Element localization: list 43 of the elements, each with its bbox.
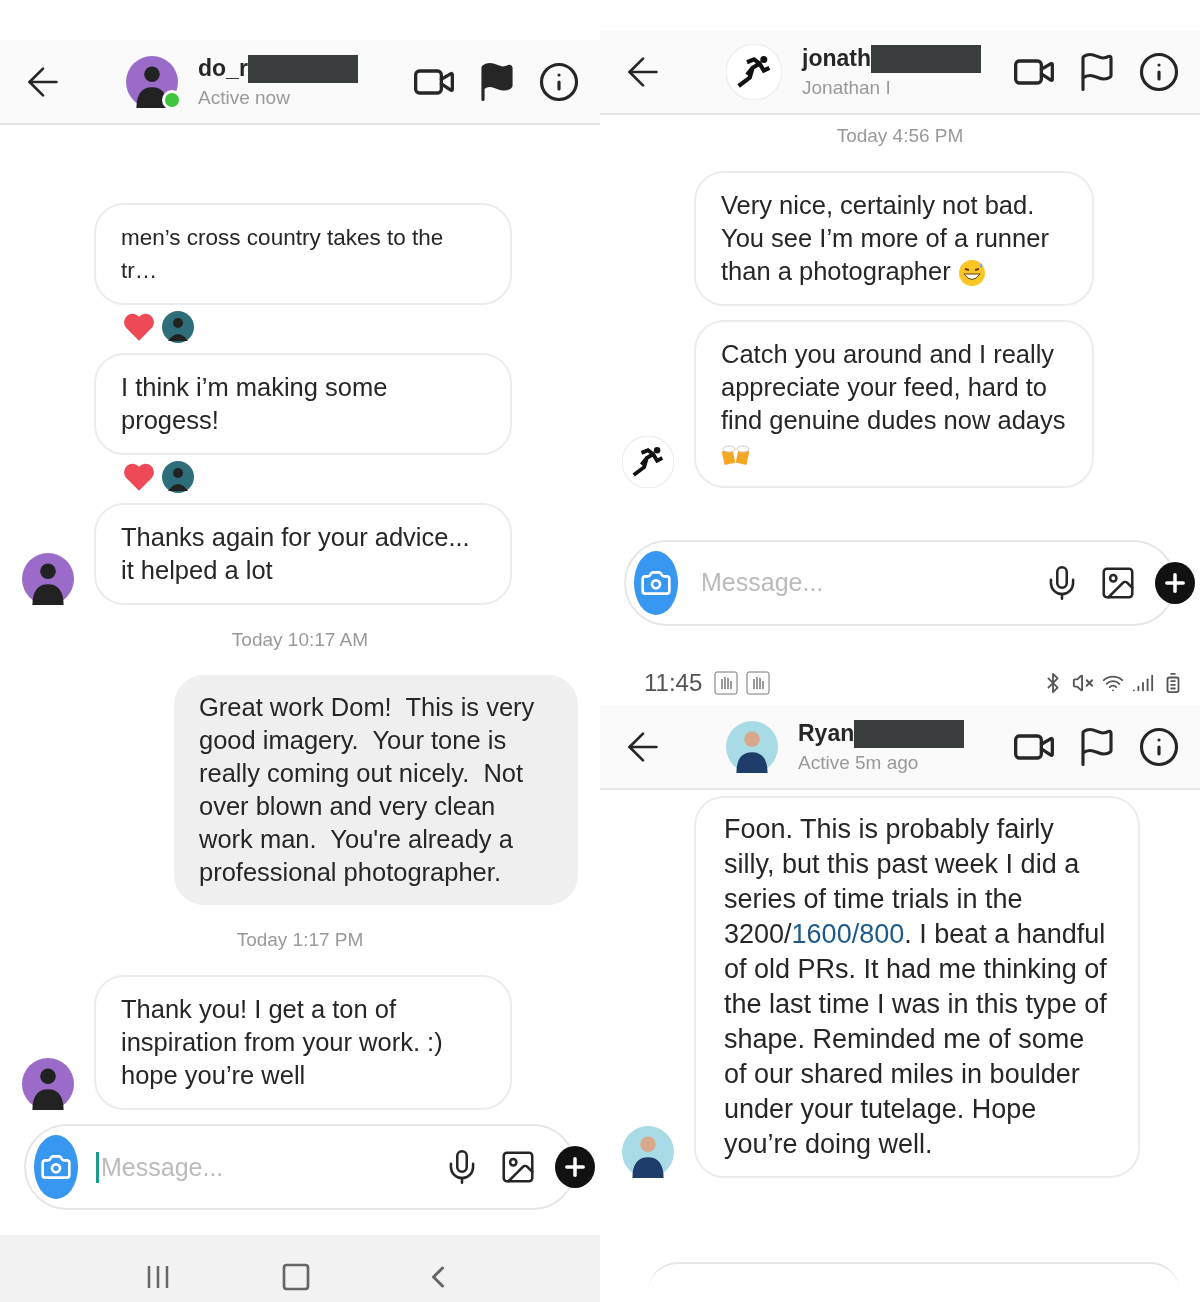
contact-status: Active now	[198, 86, 291, 109]
info-icon[interactable]	[538, 60, 580, 103]
clock: 11:45	[644, 668, 703, 697]
link[interactable]: 1600/800	[791, 919, 905, 949]
message-bubble: Thanks again for your advice... it helped a lot	[94, 503, 512, 605]
timestamp: Today 1:17 PM	[235, 928, 365, 952]
contact-status: Active 5m ago	[798, 751, 920, 774]
avatar-icon	[726, 720, 778, 773]
info-icon[interactable]	[1138, 50, 1180, 93]
message-bubble: Foon. This is probably fairly silly, but this past week I did a series of time trials in the 3200/1600/800. I beat a handful of old PRs. It had me thinking of the last time I was in this type of shape. Reminded me of some of our shared miles in boulder under your tutelage. Hope you’re doing well.	[694, 796, 1140, 1178]
message-bubble: Very nice, certainly not bad. You see I’m more of a runner than a photographer	[694, 171, 1094, 306]
laughing-emoji-icon	[957, 259, 986, 288]
reactor-avatar-icon	[162, 461, 194, 493]
avatar-icon	[22, 553, 74, 605]
heart-icon	[122, 312, 156, 342]
message-bubble: men’s cross country takes to the tr…	[94, 203, 512, 305]
timestamp: Today 4:56 PM	[835, 124, 965, 148]
avatar-icon	[622, 1126, 674, 1178]
message-input[interactable]: Message...	[696, 567, 1025, 599]
notification-icon	[746, 670, 771, 695]
gallery-icon[interactable]	[499, 1148, 537, 1186]
contact-name: do_r	[198, 55, 248, 82]
avatar-icon	[726, 43, 782, 100]
reactor-avatar-icon	[162, 311, 194, 343]
contact-name: jonath	[802, 45, 871, 72]
contact-status: Jonathan I	[802, 76, 892, 99]
timestamp: Today 10:17 AM	[230, 628, 370, 652]
camera-button[interactable]	[34, 1135, 78, 1199]
message-bubble: Great work Dom! This is very good imagery. Your tone is really coming out nicely. Not over blown and very clean work man. You're already a professional photographer.	[174, 675, 578, 905]
message-bubble: Catch you around and I really appreciate your feed, hard to find genuine dudes now adays	[694, 320, 1094, 488]
message-input[interactable]: Message...	[96, 1151, 425, 1183]
message-bubble: Thank you! I get a ton of inspiration from your work. :) hope you’re well	[94, 975, 512, 1110]
message-bubble: I think i’m making some progess!	[94, 353, 512, 455]
info-icon[interactable]	[1138, 725, 1180, 768]
avatar-icon	[126, 55, 178, 108]
add-button[interactable]	[1155, 561, 1195, 604]
heart-icon	[122, 462, 156, 492]
avatar-icon	[22, 1058, 74, 1110]
contact-name: Ryan	[798, 720, 855, 747]
camera-button[interactable]	[634, 550, 678, 615]
add-button[interactable]	[555, 1146, 595, 1188]
notification-icon	[714, 670, 739, 695]
avatar-icon	[622, 436, 674, 488]
